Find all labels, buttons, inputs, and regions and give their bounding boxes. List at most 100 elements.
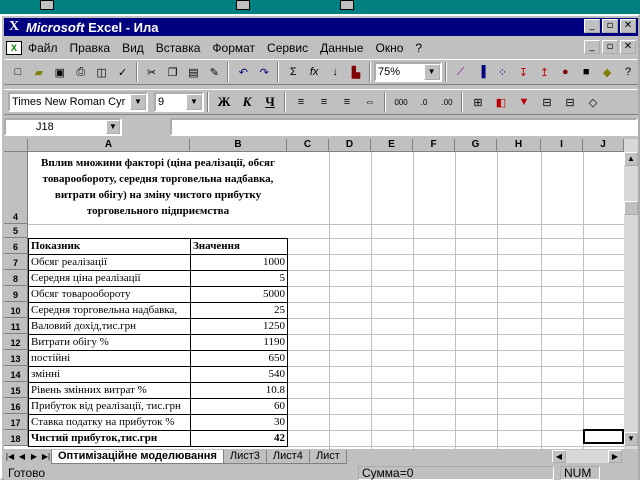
row-header[interactable]: 13 [4, 350, 28, 366]
table-cell-indicator[interactable]: постійні [29, 350, 190, 366]
increase-decimal-icon[interactable]: .0 [413, 92, 435, 113]
copy-icon[interactable]: ❐ [163, 62, 183, 83]
tab-sheet[interactable]: Лист [308, 449, 347, 464]
font-size-select[interactable]: 9 ▼ [154, 92, 204, 112]
table-cell-indicator[interactable]: Чистий прибуток,тис.грн [29, 430, 190, 446]
table-cell-indicator[interactable]: Витрати обігу % [29, 334, 190, 350]
scroll-left-icon[interactable]: ◀ [552, 450, 566, 463]
table-cell-indicator[interactable]: Ставка податку на прибуток % [29, 414, 190, 430]
table-cell-indicator[interactable]: Середня ціна реалізації [29, 270, 190, 286]
chevron-down-icon[interactable]: ▼ [186, 94, 202, 110]
decrease-decimal-icon[interactable]: .00 [436, 92, 458, 113]
row-header[interactable]: 9 [4, 286, 28, 302]
row-header[interactable]: 16 [4, 398, 28, 414]
font-select[interactable]: Times New Roman Cyr ▼ [8, 92, 148, 112]
autosum-icon[interactable]: Σ [283, 62, 303, 83]
fill-color-icon[interactable]: ◧ [490, 92, 512, 113]
sort-az-icon[interactable]: ↧ [513, 62, 533, 83]
row-header[interactable]: 11 [4, 318, 28, 334]
column-header-f[interactable]: F [413, 139, 455, 152]
underline-button[interactable]: Ч [259, 92, 281, 113]
table-cell-indicator[interactable]: Рівень змінних витрат % [29, 382, 190, 398]
menu-tools[interactable]: Сервис [267, 41, 308, 55]
menu-insert[interactable]: Вставка [156, 41, 201, 55]
redo-icon[interactable]: ↷ [254, 62, 274, 83]
name-box[interactable]: J18 ▼ [4, 118, 122, 136]
column-header-j[interactable]: J [583, 139, 624, 152]
desktop-icon[interactable] [236, 0, 250, 10]
table-cell-indicator[interactable]: Середня торговельна надбавка, [29, 302, 190, 318]
table-cell-value[interactable]: 1250 [191, 318, 287, 334]
table-cell-indicator[interactable]: змінні [29, 366, 190, 382]
doc-minimize-button[interactable]: _ [584, 40, 600, 54]
menu-edit[interactable]: Правка [70, 41, 111, 55]
help-icon[interactable]: ? [618, 62, 638, 83]
row-header[interactable]: 14 [4, 366, 28, 382]
chart-wizard-icon[interactable]: ▙ [346, 62, 366, 83]
table-cell-value[interactable]: 25 [191, 302, 287, 318]
print-icon[interactable]: ⎙ [71, 62, 91, 83]
row-header[interactable]: 6 [4, 238, 28, 254]
minimize-button[interactable]: _ [584, 19, 600, 33]
active-cell-selection[interactable] [583, 429, 624, 444]
borders-icon[interactable]: ⊞ [467, 92, 489, 113]
comma-style-icon[interactable]: 000 [390, 92, 412, 113]
doc-close-button[interactable]: ✕ [620, 40, 636, 54]
scroll-up-icon[interactable]: ▲ [624, 152, 638, 166]
paste-icon[interactable]: ▤ [184, 62, 204, 83]
select-all-corner[interactable] [4, 139, 28, 152]
bar-chart-icon[interactable]: ▐ [472, 62, 492, 83]
font-color-icon[interactable]: ▼ [513, 92, 535, 113]
table-cell-value[interactable]: 1190 [191, 334, 287, 350]
new-icon[interactable]: □ [8, 62, 28, 83]
row-header[interactable]: 8 [4, 270, 28, 286]
row-header[interactable]: 5 [4, 224, 28, 238]
table-cell-value[interactable]: 650 [191, 350, 287, 366]
tab-sheet4[interactable]: Лист4 [265, 449, 310, 464]
first-sheet-icon[interactable]: |◀ [4, 450, 16, 463]
row-header[interactable]: 7 [4, 254, 28, 270]
scatter-chart-icon[interactable]: ⁘ [493, 62, 513, 83]
chevron-down-icon[interactable]: ▼ [106, 120, 120, 134]
indent-icon[interactable]: ⊟ [559, 92, 581, 113]
row-header[interactable]: 12 [4, 334, 28, 350]
excel-logo-icon[interactable]: X [6, 20, 22, 34]
align-left-icon[interactable]: ≡ [290, 92, 312, 113]
stop-icon[interactable]: ● [555, 62, 575, 83]
table-cell-indicator[interactable]: Обсяг товарообороту [29, 286, 190, 302]
formula-input[interactable] [170, 118, 638, 136]
scroll-down-icon[interactable]: ▼ [624, 432, 638, 446]
chevron-down-icon[interactable]: ▼ [130, 94, 146, 110]
menu-file[interactable]: Файл [28, 41, 58, 55]
table-cell-value[interactable]: 5 [191, 270, 287, 286]
title-bar[interactable]: X Microsoft Excel - Ила _ ▫ ✕ [4, 18, 638, 36]
bold-button[interactable]: Ж [213, 92, 235, 113]
table-cell-indicator[interactable]: Обсяг реалізації [29, 254, 190, 270]
merge-center-icon[interactable]: ⇔ [359, 92, 381, 113]
menu-view[interactable]: Вид [122, 41, 144, 55]
text-direction-icon[interactable]: ⊟ [536, 92, 558, 113]
table-cell-value[interactable]: 1000 [191, 254, 287, 270]
column-header-d[interactable]: D [329, 139, 371, 152]
next-sheet-icon[interactable]: ▶ [28, 450, 40, 463]
print-preview-icon[interactable]: ◫ [92, 62, 112, 83]
column-header-c[interactable]: C [287, 139, 329, 152]
workbook-icon[interactable]: X [6, 40, 22, 55]
column-header-e[interactable]: E [371, 139, 413, 152]
prev-sheet-icon[interactable]: ◀ [16, 450, 28, 463]
row-header[interactable]: 15 [4, 382, 28, 398]
zoom-select[interactable]: 75% ▼ [374, 62, 442, 82]
line-chart-icon[interactable]: ⟋ [451, 62, 471, 83]
column-header-b[interactable]: B [190, 139, 287, 152]
table-cell-value[interactable]: 540 [191, 366, 287, 382]
menu-format[interactable]: Формат [212, 41, 255, 55]
record-icon[interactable]: ■ [576, 62, 596, 83]
cut-icon[interactable]: ✂ [142, 62, 162, 83]
desktop-icon[interactable] [40, 0, 54, 10]
vertical-scrollbar[interactable]: ▲ ▼ [624, 139, 638, 449]
row-header[interactable]: 18 [4, 430, 28, 446]
column-header-h[interactable]: H [497, 139, 541, 152]
row-header[interactable]: 10 [4, 302, 28, 318]
table-header-value[interactable]: Значення [191, 238, 287, 254]
tab-optimization-modeling[interactable]: Оптимізаційне моделювання [51, 449, 224, 464]
